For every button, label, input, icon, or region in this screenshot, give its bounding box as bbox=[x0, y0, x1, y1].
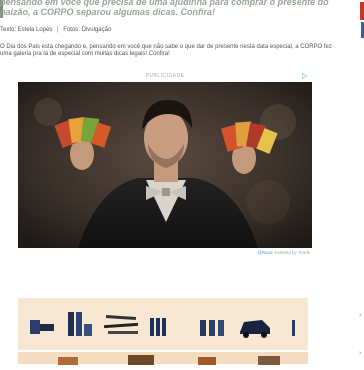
ad-footer: @Read invented by Teads bbox=[18, 250, 310, 255]
carousel-arrow-icon[interactable]: › bbox=[359, 312, 364, 320]
ad-read-link[interactable]: @Read bbox=[257, 250, 272, 255]
photo-credit: Fotos: Divulgação bbox=[63, 27, 112, 33]
ad-video-player[interactable] bbox=[18, 82, 312, 248]
product-3 bbox=[103, 314, 139, 334]
carousel-arrow-icon-2[interactable]: › bbox=[359, 350, 364, 358]
ad-provider-text: invented by Teads bbox=[273, 250, 310, 255]
product-5 bbox=[200, 320, 224, 336]
product-2 bbox=[68, 312, 92, 336]
article-credits: Texto: Estela Lopes | Fotos: Divulgação bbox=[0, 26, 111, 34]
article-body: O Dia dos Pais está chegando e, pensando… bbox=[0, 44, 332, 57]
ad-label: PUBLICIDADE bbox=[145, 73, 185, 79]
product-gallery[interactable] bbox=[18, 298, 308, 350]
product-1 bbox=[30, 320, 54, 334]
gallery-row-2-image bbox=[58, 355, 280, 365]
article-lead: pensando em você que precisa de uma ajud… bbox=[0, 0, 329, 17]
author-credit: Texto: Estela Lopes bbox=[0, 27, 53, 33]
credits-separator: | bbox=[57, 27, 59, 33]
gallery-products-image bbox=[30, 312, 295, 338]
right-edge-red-strip bbox=[360, 2, 364, 20]
right-edge-banner[interactable] bbox=[358, 0, 364, 40]
product-gallery-row-2[interactable] bbox=[18, 352, 308, 365]
ad-photo-image bbox=[18, 82, 312, 248]
product-4 bbox=[150, 318, 166, 336]
product-7 bbox=[292, 320, 295, 336]
adchoices-icon[interactable]: ▷ bbox=[302, 73, 310, 81]
product-6 bbox=[240, 320, 270, 338]
